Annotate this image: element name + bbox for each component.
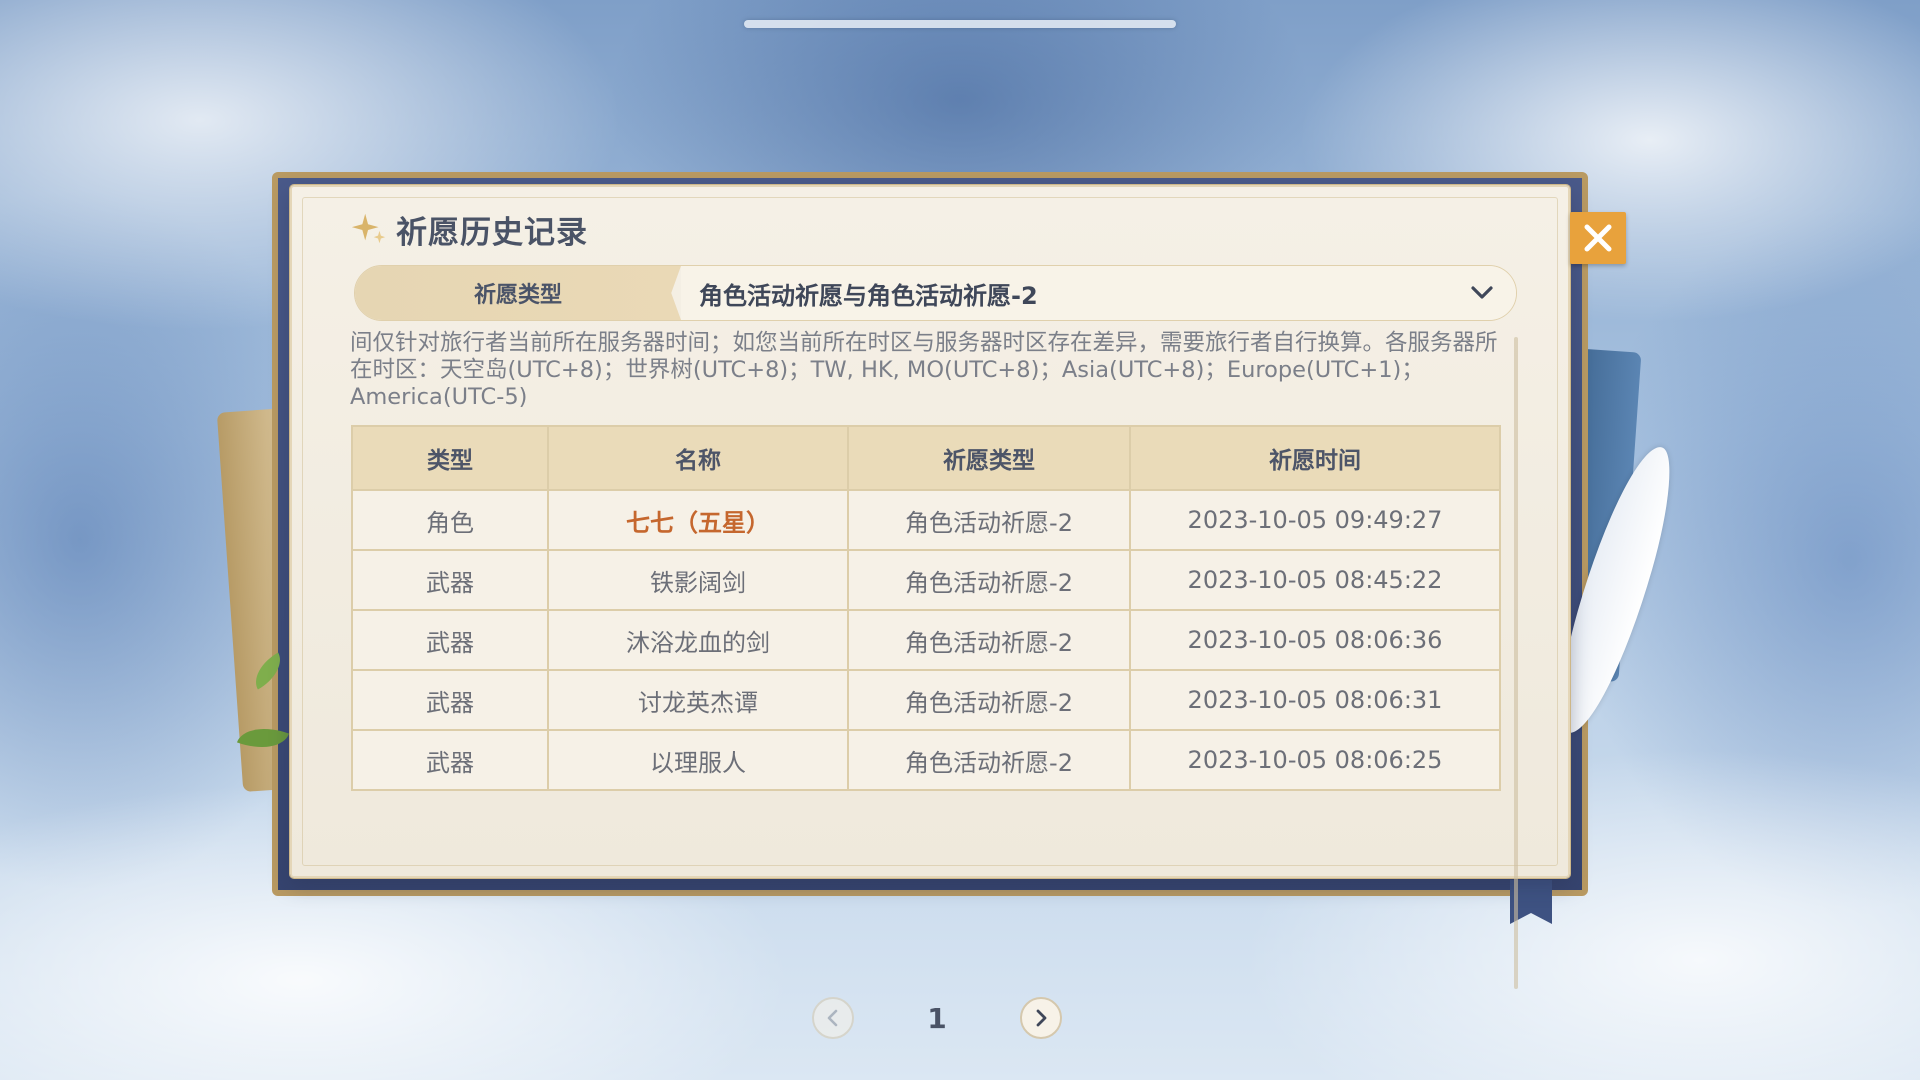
top-drag-handle[interactable] — [744, 20, 1176, 28]
cell-name: 七七（五星） — [547, 489, 849, 551]
wish-history-panel: 祈愿历史记录 祈愿类型 角色活动祈愿与角色活动祈愿-2 间仅针对旅行者当前所在服… — [290, 185, 1570, 1039]
dropdown-selected-value: 角色活动祈愿与角色活动祈愿-2 — [699, 281, 1038, 310]
wish-type-dropdown[interactable]: 角色活动祈愿与角色活动祈愿-2 — [681, 266, 1516, 320]
filter-label: 祈愿类型 — [355, 266, 681, 320]
cell-wish-type: 角色活动祈愿-2 — [847, 489, 1131, 551]
cell-wish-type: 角色活动祈愿-2 — [847, 609, 1131, 671]
scrollbar[interactable] — [1512, 337, 1520, 989]
cell-type: 武器 — [351, 669, 549, 731]
close-icon — [1584, 224, 1612, 252]
table-header-row: 类型 名称 祈愿类型 祈愿时间 — [351, 425, 1501, 491]
cell-name: 铁影阔剑 — [547, 549, 849, 611]
current-page-number: 1 — [927, 1001, 947, 1035]
chevron-down-icon — [1471, 286, 1493, 299]
cell-time: 2023-10-05 09:49:27 — [1129, 489, 1501, 551]
table-row: 武器 以理服人 角色活动祈愿-2 2023-10-05 08:06:25 — [351, 729, 1501, 791]
cell-time: 2023-10-05 08:06:31 — [1129, 669, 1501, 731]
cell-name: 以理服人 — [547, 729, 849, 791]
column-header-time: 祈愿时间 — [1129, 425, 1501, 491]
timezone-notice: 间仅针对旅行者当前所在服务器时间；如您当前所在时区与服务器时区存在差异，需要旅行… — [350, 330, 1498, 410]
cell-name: 沐浴龙血的剑 — [547, 609, 849, 671]
cell-wish-type: 角色活动祈愿-2 — [847, 669, 1131, 731]
cell-wish-type: 角色活动祈愿-2 — [847, 729, 1131, 791]
column-header-wish-type: 祈愿类型 — [847, 425, 1131, 491]
cell-name: 讨龙英杰谭 — [547, 669, 849, 731]
next-page-button[interactable] — [1019, 997, 1062, 1039]
wish-type-filter: 祈愿类型 角色活动祈愿与角色活动祈愿-2 — [354, 265, 1517, 321]
title-row: 祈愿历史记录 — [350, 209, 588, 251]
cell-wish-type: 角色活动祈愿-2 — [847, 549, 1131, 611]
prev-page-button[interactable] — [812, 997, 854, 1039]
column-header-type: 类型 — [351, 425, 549, 491]
column-header-name: 名称 — [547, 425, 849, 491]
pagination: 1 — [812, 994, 1062, 1042]
page-title: 祈愿历史记录 — [396, 214, 588, 251]
sparkle-star-icon — [351, 213, 386, 244]
scrollbar-track[interactable] — [1514, 337, 1518, 989]
table-row: 武器 铁影阔剑 角色活动祈愿-2 2023-10-05 08:45:22 — [351, 549, 1501, 611]
table-row: 武器 沐浴龙血的剑 角色活动祈愿-2 2023-10-05 08:06:36 — [351, 609, 1501, 671]
wish-history-table: 类型 名称 祈愿类型 祈愿时间 角色 七七（五星） 角色活动祈愿-2 2023-… — [351, 425, 1501, 791]
cell-time: 2023-10-05 08:45:22 — [1129, 549, 1501, 611]
table-row: 武器 讨龙英杰谭 角色活动祈愿-2 2023-10-05 08:06:31 — [351, 669, 1501, 731]
close-button[interactable] — [1570, 212, 1626, 264]
cell-type: 武器 — [351, 609, 549, 671]
cell-type: 角色 — [351, 489, 549, 551]
chevron-right-icon — [1036, 1009, 1047, 1027]
chevron-left-icon — [827, 1009, 838, 1027]
cell-time: 2023-10-05 08:06:36 — [1129, 609, 1501, 671]
cell-type: 武器 — [351, 549, 549, 611]
cell-type: 武器 — [351, 729, 549, 791]
table-row: 角色 七七（五星） 角色活动祈愿-2 2023-10-05 09:49:27 — [351, 489, 1501, 551]
cell-time: 2023-10-05 08:06:25 — [1129, 729, 1501, 791]
